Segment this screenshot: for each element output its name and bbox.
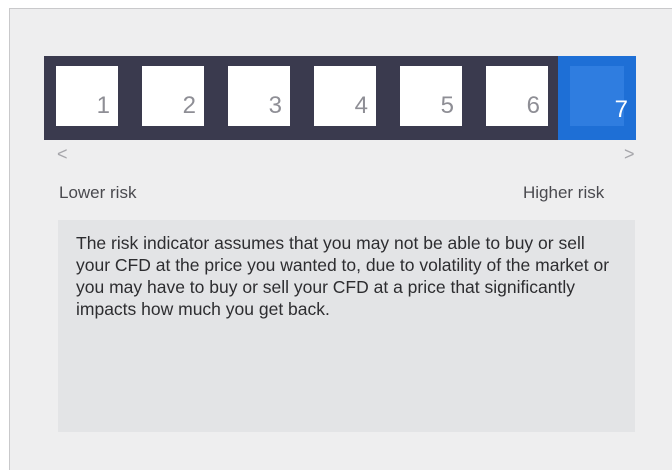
higher-risk-label: Higher risk [523,183,605,202]
risk-description-box: The risk indicator assumes that you may … [58,220,635,432]
risk-level-number: 3 [268,92,282,119]
risk-level-6[interactable]: 6 [486,66,548,126]
risk-level-5[interactable]: 5 [400,66,462,126]
chevron-left-icon[interactable]: < [57,145,68,163]
risk-indicator-panel: 1 2 3 4 5 6 7 < > Lower risk Higher risk… [9,8,672,470]
risk-level-4[interactable]: 4 [314,66,376,126]
risk-level-number: 2 [182,92,196,119]
risk-level-number: 1 [96,92,110,119]
risk-level-7-selected[interactable]: 7 [558,56,636,140]
risk-level-number: 6 [526,92,540,119]
risk-description-text: The risk indicator assumes that you may … [76,233,610,319]
risk-level-number: 4 [354,92,368,119]
lower-risk-label: Lower risk [59,183,137,202]
risk-scale-bar: 1 2 3 4 5 6 7 [44,56,636,140]
risk-level-2[interactable]: 2 [142,66,204,126]
chevron-right-icon[interactable]: > [624,145,635,163]
risk-level-number: 5 [440,92,454,119]
risk-level-number: 7 [614,96,628,123]
risk-level-3[interactable]: 3 [228,66,290,126]
risk-level-1[interactable]: 1 [56,66,118,126]
